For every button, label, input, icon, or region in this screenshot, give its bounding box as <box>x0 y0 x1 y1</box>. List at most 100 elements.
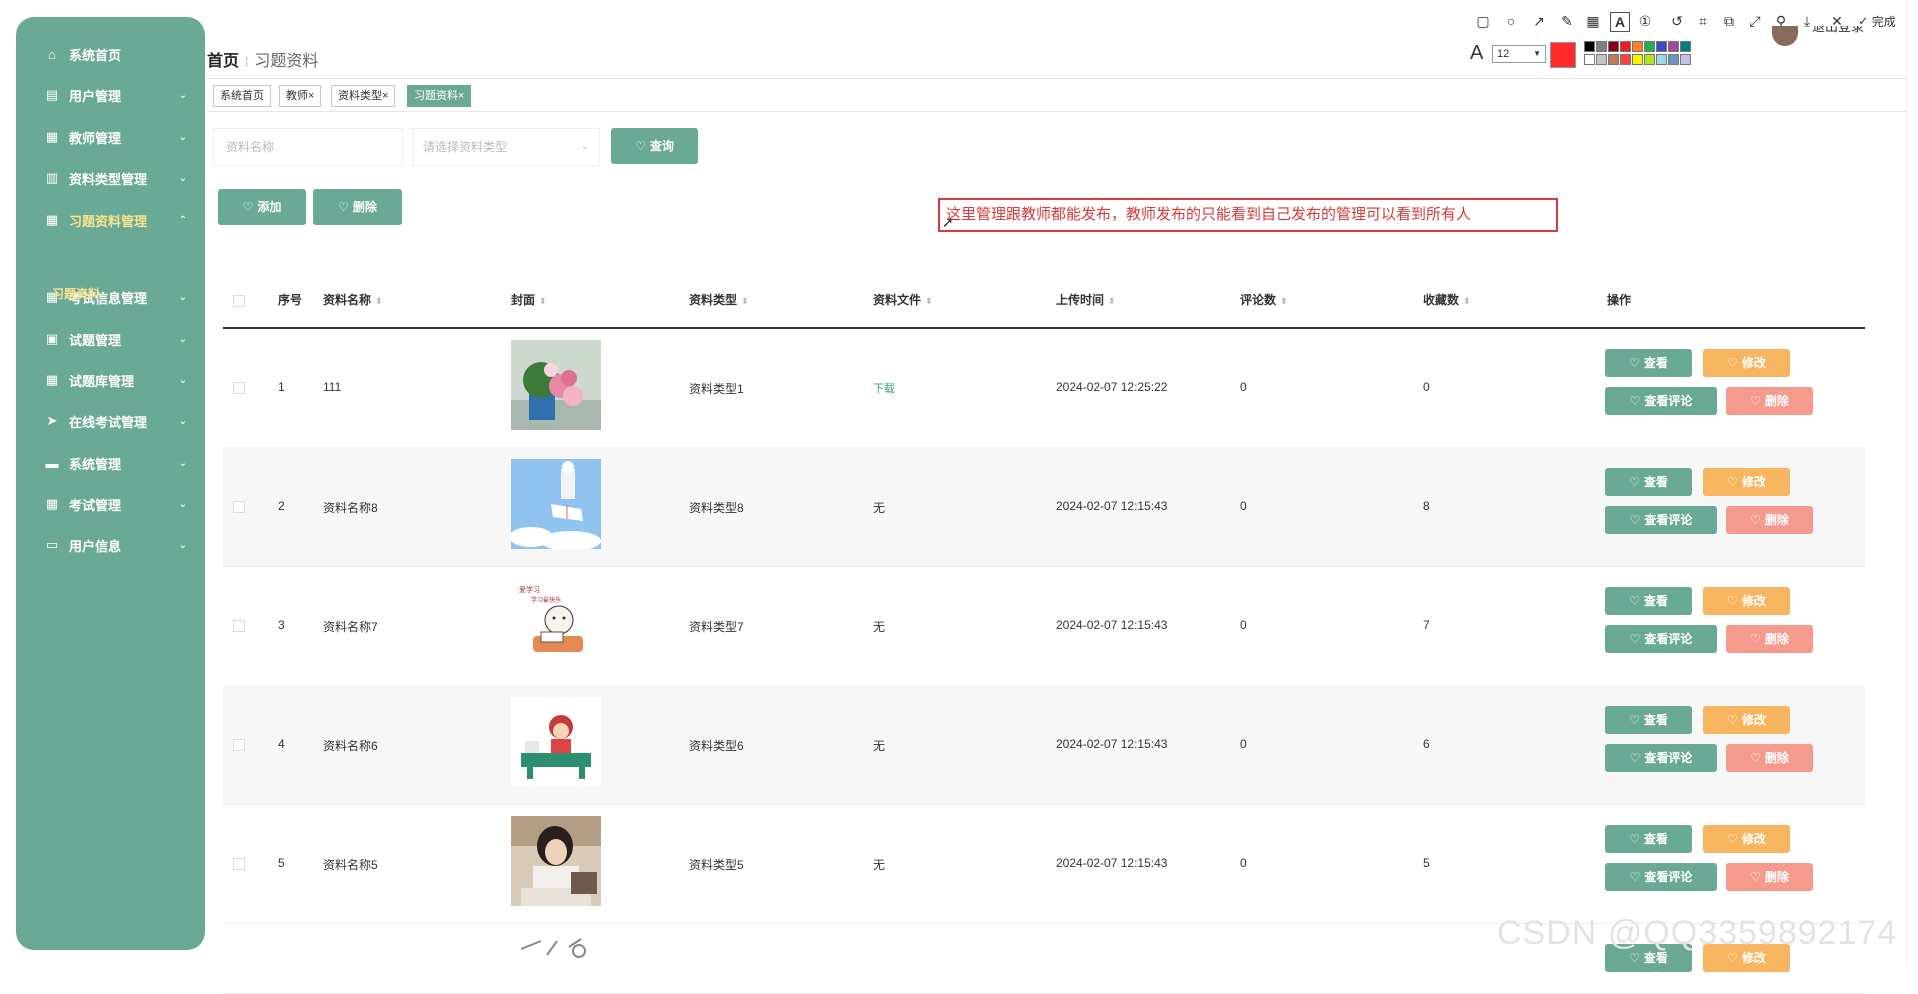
user-area[interactable]: 退出登录 <box>1772 26 1912 52</box>
edit-button[interactable]: ♡ 修改 <box>1703 825 1790 853</box>
color-swatch[interactable] <box>1584 41 1595 52</box>
sidebar-item[interactable]: ▦ 考试管理 ⌄ <box>16 484 205 524</box>
view-button[interactable]: ♡ 查看 <box>1605 706 1692 734</box>
color-swatch[interactable] <box>1620 41 1631 52</box>
column-header[interactable]: 上传时间 ⬍ <box>1056 275 1116 327</box>
color-swatch[interactable] <box>1656 54 1667 65</box>
sort-icon[interactable]: ⬍ <box>741 296 749 306</box>
sidebar-item[interactable]: ▭ 用户信息 ⌄ <box>16 525 205 565</box>
view-comments-button[interactable]: ♡ 查看评论 <box>1605 625 1717 653</box>
type-select[interactable]: 请选择资料类型 ⌄ <box>412 128 600 166</box>
close-icon[interactable]: × <box>308 90 314 102</box>
color-swatch[interactable] <box>1632 41 1643 52</box>
tab-1[interactable]: 教师× <box>279 85 322 107</box>
sidebar-item[interactable]: ⌂ 系统首页 <box>16 34 205 74</box>
color-swatch[interactable] <box>1596 41 1607 52</box>
pen-tool-icon[interactable]: ✎ <box>1558 12 1576 30</box>
fullscreen-icon[interactable]: ⤢ <box>1746 12 1764 30</box>
column-header[interactable]: 资料名称 ⬍ <box>323 275 383 327</box>
view-button[interactable]: ♡ 查看 <box>1605 468 1692 496</box>
delete-row-button[interactable]: ♡ 删除 <box>1726 387 1813 415</box>
delete-row-button[interactable]: ♡ 删除 <box>1726 744 1813 772</box>
sidebar-item[interactable]: ▤ 用户管理 ⌄ <box>16 75 205 115</box>
scrollbar[interactable] <box>1906 0 1918 966</box>
delete-row-button[interactable]: ♡ 删除 <box>1726 625 1813 653</box>
color-swatch[interactable] <box>1656 41 1667 52</box>
sort-icon[interactable]: ⬍ <box>1463 296 1471 306</box>
color-swatch[interactable] <box>1608 41 1619 52</box>
sort-icon[interactable]: ⬍ <box>1108 296 1116 306</box>
rectangle-tool-icon[interactable]: ▢ <box>1474 12 1492 30</box>
edit-button[interactable]: ♡ 修改 <box>1703 706 1790 734</box>
row-checkbox[interactable] <box>233 501 245 513</box>
view-comments-button[interactable]: ♡ 查看评论 <box>1605 744 1717 772</box>
name-search-input[interactable]: 资料名称 <box>213 128 403 166</box>
color-swatch[interactable] <box>1680 54 1691 65</box>
annotation-box[interactable]: 这里管理跟教师都能发布，教师发布的只能看到自己发布的管理可以看到所有人 <box>938 198 1558 232</box>
ellipse-tool-icon[interactable]: ○ <box>1502 12 1520 30</box>
edit-button[interactable]: ♡ 修改 <box>1703 468 1790 496</box>
sort-icon[interactable]: ⬍ <box>375 296 383 306</box>
column-header[interactable]: 评论数 ⬍ <box>1240 275 1288 327</box>
sidebar-item[interactable]: ▥ 资料类型管理 ⌄ <box>16 158 205 198</box>
view-comments-button[interactable]: ♡ 查看评论 <box>1605 863 1717 891</box>
close-icon[interactable]: × <box>458 90 464 102</box>
row-checkbox[interactable] <box>233 382 245 394</box>
cover-image[interactable]: 爱学习 学习最快乐 <box>511 578 601 668</box>
sort-icon[interactable]: ⬍ <box>925 296 933 306</box>
close-icon[interactable]: × <box>382 90 388 102</box>
font-size-select[interactable]: 12 ▼ <box>1492 45 1546 63</box>
tab-2[interactable]: 资料类型× <box>331 85 396 107</box>
logout-link[interactable]: 退出登录 <box>1812 26 1864 38</box>
sort-icon[interactable]: ⬍ <box>539 296 547 306</box>
sidebar-item[interactable]: ➤ 在线考试管理 ⌄ <box>16 401 205 441</box>
capture-icon[interactable]: ⌗ <box>1694 12 1712 30</box>
copy-icon[interactable]: ⧉ <box>1720 12 1738 30</box>
breadcrumb-home[interactable]: 首页 <box>207 53 239 70</box>
cover-image[interactable] <box>511 816 601 906</box>
cover-image[interactable] <box>511 459 601 549</box>
sort-icon[interactable]: ⬍ <box>1280 296 1288 306</box>
sidebar-item[interactable]: ▬ 系统管理 ⌄ <box>16 443 205 483</box>
number-tool-icon[interactable]: ① <box>1636 12 1654 30</box>
column-header[interactable]: 收藏数 ⬍ <box>1423 275 1471 327</box>
edit-button[interactable]: ♡ 修改 <box>1703 587 1790 615</box>
tab-0[interactable]: 系统首页 <box>213 85 271 107</box>
cover-image[interactable] <box>511 340 601 430</box>
download-link[interactable]: 下载 <box>873 380 895 396</box>
color-swatch[interactable] <box>1620 54 1631 65</box>
view-comments-button[interactable]: ♡ 查看评论 <box>1605 506 1717 534</box>
sidebar-item[interactable]: ▦ 习题资料管理 ⌃ <box>16 200 205 240</box>
color-swatch[interactable] <box>1644 41 1655 52</box>
query-button[interactable]: ♡ 查询 <box>611 128 698 164</box>
delete-button[interactable]: ♡ 删除 <box>313 189 402 225</box>
cover-image[interactable] <box>511 697 601 787</box>
column-header[interactable]: 资料文件 ⬍ <box>873 275 933 327</box>
color-swatch[interactable] <box>1632 54 1643 65</box>
undo-icon[interactable]: ↺ <box>1668 12 1686 30</box>
arrow-tool-icon[interactable]: ↗ <box>1530 12 1548 30</box>
edit-button[interactable]: ♡ 修改 <box>1703 349 1790 377</box>
view-comments-button[interactable]: ♡ 查看评论 <box>1605 387 1717 415</box>
current-color-swatch[interactable] <box>1550 42 1576 68</box>
tab-3[interactable]: 习题资料× <box>407 85 472 107</box>
sidebar-item[interactable]: ▦ 试题库管理 ⌄ <box>16 360 205 400</box>
color-swatch[interactable] <box>1596 54 1607 65</box>
sidebar-item[interactable]: ▣ 试题管理 ⌄ <box>16 319 205 359</box>
cover-image[interactable] <box>511 935 601 993</box>
add-button[interactable]: ♡ 添加 <box>218 189 306 225</box>
color-swatch[interactable] <box>1644 54 1655 65</box>
sidebar-item[interactable]: ▦ 教师管理 ⌄ <box>16 117 205 157</box>
mosaic-tool-icon[interactable]: ▦ <box>1584 12 1602 30</box>
text-tool-icon[interactable]: A <box>1610 12 1630 32</box>
column-header[interactable]: 封面 ⬍ <box>511 275 547 327</box>
column-header[interactable]: 资料类型 ⬍ <box>689 275 749 327</box>
view-button[interactable]: ♡ 查看 <box>1605 587 1692 615</box>
color-swatch[interactable] <box>1668 41 1679 52</box>
color-swatch[interactable] <box>1608 54 1619 65</box>
color-swatch[interactable] <box>1584 54 1595 65</box>
row-checkbox[interactable] <box>233 858 245 870</box>
sidebar-subitem[interactable]: 习题资料 <box>52 285 100 302</box>
color-swatch[interactable] <box>1668 54 1679 65</box>
color-swatch[interactable] <box>1680 41 1691 52</box>
